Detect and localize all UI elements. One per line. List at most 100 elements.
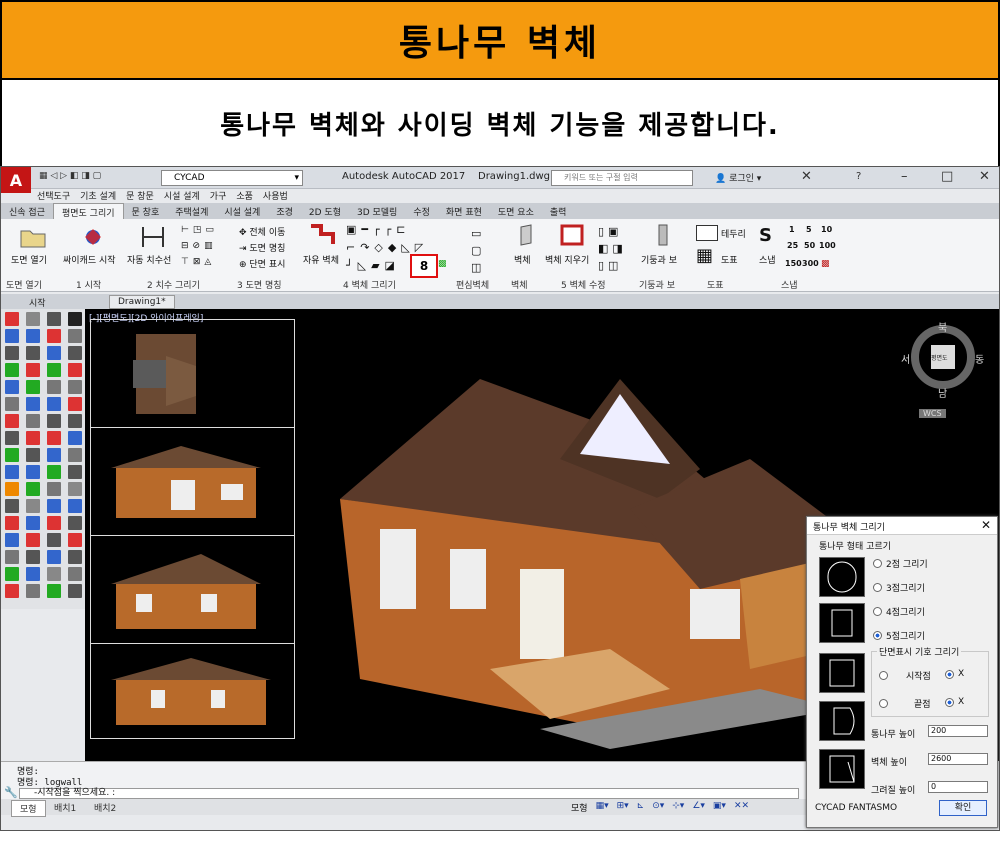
lineweight-icon[interactable]: ∠▾ [692, 801, 705, 814]
tool-icon[interactable] [5, 550, 19, 564]
tool-icon[interactable] [68, 533, 82, 547]
tool-icon[interactable] [5, 329, 19, 343]
tab-display[interactable]: 화면 표현 [438, 203, 490, 219]
menu-item[interactable]: 사용법 [263, 189, 288, 203]
tab-modify[interactable]: 수정 [405, 203, 438, 219]
tab-output[interactable]: 출력 [542, 203, 575, 219]
option-4pt[interactable]: 4점그리기 [873, 605, 925, 618]
tool-icon[interactable] [26, 533, 40, 547]
tool-icon[interactable] [26, 567, 40, 581]
compass-east[interactable]: 동 [975, 351, 984, 366]
tool-icon[interactable] [68, 550, 82, 564]
log-height-input[interactable]: 200 [928, 725, 988, 737]
close-button[interactable]: ✕ [979, 169, 990, 184]
border-button[interactable]: 테두리 [721, 227, 746, 240]
ok-button[interactable]: 확인 [939, 800, 987, 816]
tool-icon[interactable] [68, 584, 82, 598]
tab-elements[interactable]: 도면 요소 [490, 203, 542, 219]
tool-icon[interactable] [26, 550, 40, 564]
folder-icon[interactable] [19, 225, 47, 251]
login-button[interactable]: 👤 로그인 ▾ [715, 171, 761, 184]
tool-icon[interactable] [5, 397, 19, 411]
move-all-button[interactable]: ✥ 전체 이동 [239, 225, 285, 238]
osnap-icon[interactable]: ⊹▾ [672, 801, 684, 814]
tool-icon[interactable] [26, 380, 40, 394]
tab-facility[interactable]: 시설 설계 [216, 203, 268, 219]
radio-4pt[interactable] [873, 607, 882, 616]
tool-icon[interactable] [68, 516, 82, 530]
auto-dim-button[interactable]: 자동 치수선 [127, 253, 171, 266]
draw-height-input[interactable]: 0 [928, 781, 988, 793]
wall-tools-icon[interactable]: ┘◺▰◪ [346, 259, 400, 272]
tool-icon[interactable] [26, 465, 40, 479]
tool-icon[interactable] [47, 482, 61, 496]
tool-icon[interactable] [26, 482, 40, 496]
wall-button[interactable]: 벽체 [514, 253, 531, 266]
tab-quick[interactable]: 신속 접근 [1, 203, 53, 219]
grid-icon[interactable]: ▦▾ [596, 801, 609, 814]
compass-south[interactable]: 남 [938, 385, 947, 400]
tool-icon[interactable] [5, 567, 19, 581]
doc-tab-start[interactable]: 시작 [21, 295, 54, 309]
tab-model[interactable]: 모형 [11, 800, 46, 817]
tool-icon[interactable] [26, 499, 40, 513]
end-x-option[interactable]: X [945, 697, 964, 707]
compass-west[interactable]: 서 [901, 351, 910, 366]
tab-doors[interactable]: 문 창호 [124, 203, 168, 219]
dim-tools-icon[interactable]: ⊢◳▭ [181, 225, 218, 235]
tool-icon[interactable] [26, 516, 40, 530]
tool-icon[interactable] [47, 346, 61, 360]
tool-icon[interactable] [47, 363, 61, 377]
tool-icon[interactable] [68, 329, 82, 343]
tool-icon[interactable] [5, 431, 19, 445]
wall-tools-icon[interactable]: ⌐↷◇◆◺◸ [346, 241, 428, 254]
snap-50[interactable]: 50 [804, 241, 815, 250]
menu-item[interactable]: 시설 설계 [164, 189, 200, 203]
tool-icon[interactable] [68, 363, 82, 377]
dim-tools-icon[interactable]: ⊤⊠◬ [181, 257, 215, 267]
radio-start[interactable] [879, 671, 888, 680]
snap-100[interactable]: 100 [819, 241, 836, 250]
panel-label[interactable]: 5 벽체 수정 [561, 278, 606, 291]
tool-icon[interactable] [47, 550, 61, 564]
tool-icon[interactable] [26, 397, 40, 411]
snap-150[interactable]: 150 [785, 259, 802, 268]
maximize-button[interactable]: □ [941, 169, 953, 184]
menu-item[interactable]: 가구 [210, 189, 227, 203]
tool-icon[interactable] [47, 397, 61, 411]
tool-icon[interactable] [47, 448, 61, 462]
tool-icon[interactable] [68, 567, 82, 581]
transparency-icon[interactable]: ▣▾ [713, 801, 726, 814]
panel-label[interactable]: 스냅 [781, 278, 798, 291]
wrench-icon[interactable]: 🔧 [4, 786, 18, 799]
panel-label[interactable]: 2 치수 그리기 [147, 278, 200, 291]
menu-item[interactable]: 문 창문 [126, 189, 154, 203]
shape-preview-3pt[interactable] [819, 603, 865, 643]
tool-icon[interactable] [5, 499, 19, 513]
offset-wall-icons[interactable]: ▭ ▢ ◫ [471, 225, 481, 276]
tool-icon[interactable] [5, 465, 19, 479]
wall-erase-icon[interactable] [558, 223, 586, 249]
tool-icon[interactable] [68, 499, 82, 513]
annotation-icon[interactable]: ✕✕ [734, 801, 749, 814]
tab-2d[interactable]: 2D 도형 [301, 203, 349, 219]
hatch-icon[interactable]: ▩ [438, 259, 447, 269]
panel-label[interactable]: 4 벽체 그리기 [343, 278, 396, 291]
panel-label[interactable]: 벽체 [511, 278, 528, 291]
tool-icon[interactable] [68, 448, 82, 462]
tab-house[interactable]: 주택설계 [167, 203, 216, 219]
cycad-start-button[interactable]: 싸이캐드 시작 [63, 253, 116, 266]
command-input[interactable]: -시작점을 찍으세요. : [19, 788, 799, 799]
free-wall-button[interactable]: 자유 벽체 [303, 253, 339, 266]
compass-north[interactable]: 북 [938, 319, 947, 334]
panel-label[interactable]: 3 도면 명칭 [237, 278, 282, 291]
tool-icon[interactable] [5, 414, 19, 428]
column-beam-button[interactable]: 기둥과 보 [641, 253, 677, 266]
quick-access-toolbar[interactable]: ▦ ◁ ▷ ◧ ◨ ▢ [39, 171, 101, 185]
tab-layout2[interactable]: 배치2 [86, 800, 124, 815]
tab-floorplan[interactable]: 평면도 그리기 [52, 203, 124, 219]
border-icon[interactable] [696, 225, 718, 241]
tool-icon[interactable] [5, 346, 19, 360]
wall-icon[interactable] [513, 223, 541, 249]
panel-label[interactable]: 도표 [707, 278, 724, 291]
